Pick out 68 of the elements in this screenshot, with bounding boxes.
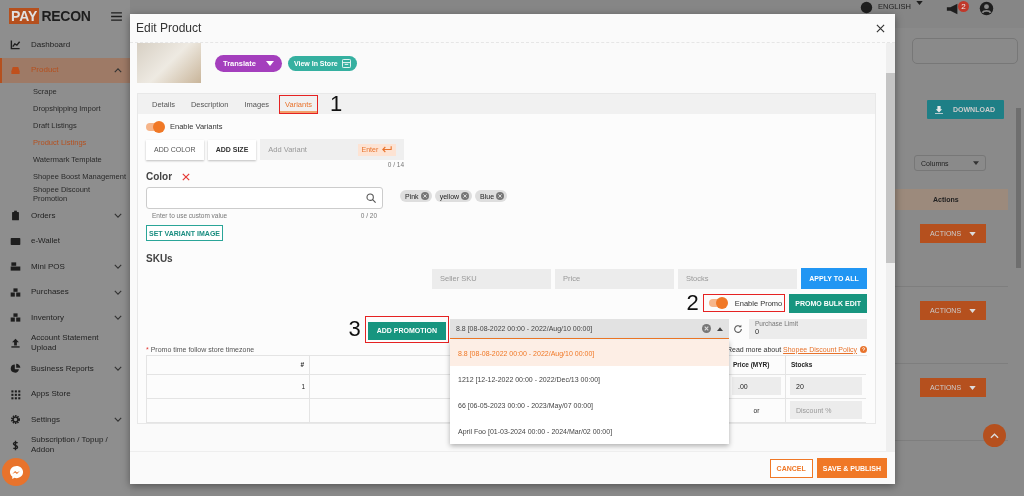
photo-placeholder [137, 43, 201, 83]
upload-icon [10, 337, 21, 349]
sidebar-item[interactable]: Apps Store [0, 381, 130, 407]
user-avatar-icon[interactable] [979, 1, 994, 16]
refresh-icon[interactable] [733, 324, 743, 335]
scroll-to-top-button[interactable] [983, 424, 1006, 447]
menu-icon[interactable] [111, 11, 122, 21]
remove-icon[interactable] [461, 192, 470, 200]
chevron-icon [114, 417, 122, 423]
caret-icon [916, 1, 923, 5]
caret-icon [265, 60, 274, 66]
sidebar-item[interactable]: Settings [0, 407, 130, 433]
remove-icon[interactable] [496, 192, 505, 200]
caret-icon [717, 326, 723, 331]
remove-icon[interactable] [420, 192, 429, 200]
app-logo: PAY RECON [9, 8, 91, 24]
notification-badge: 2 [958, 1, 969, 12]
step-number: 2 [686, 293, 699, 313]
sidebar-item[interactable]: Mini POS [0, 254, 130, 280]
sidebar-item[interactable]: Business Reports [0, 356, 130, 382]
boxes-icon [10, 286, 21, 298]
sidebar-item[interactable]: Subscription / Topup / Addon [0, 432, 130, 458]
search-icon [366, 193, 376, 203]
caret-icon [969, 308, 977, 313]
sidebar-item[interactable]: Orders [0, 203, 130, 229]
cash-register-icon [10, 261, 21, 273]
section-heading: SKUs [146, 253, 174, 264]
chevron-icon [114, 67, 122, 73]
sidebar-item[interactable]: Inventory [0, 305, 130, 331]
download-icon [935, 105, 943, 114]
grid-icon [10, 388, 21, 400]
megaphone-icon[interactable] [946, 2, 960, 16]
store-icon [341, 58, 351, 68]
dialog-title: Edit Product [136, 21, 202, 35]
search-field[interactable] [146, 187, 383, 209]
globe-icon [860, 1, 874, 14]
scrollbar[interactable] [886, 43, 895, 451]
sidebar-item[interactable]: Account Statement Upload [0, 330, 130, 356]
chevron-icon [114, 289, 122, 295]
tray-icon [10, 64, 21, 76]
sidebar-item[interactable]: e-Wallet [0, 228, 130, 254]
chevron-icon [114, 264, 122, 270]
caret-icon [973, 161, 979, 165]
settings-icon [10, 414, 21, 426]
section-heading: Color [146, 171, 173, 182]
return-arrow-icon [382, 146, 393, 153]
clear-icon[interactable] [702, 324, 711, 334]
chevron-icon [114, 213, 122, 219]
chevron-up-icon [990, 432, 999, 439]
wallet-icon [10, 235, 21, 247]
help-icon[interactable] [860, 345, 867, 353]
scrollbar[interactable] [1016, 108, 1021, 268]
line-chart-icon [10, 39, 21, 51]
step-number: 1 [330, 94, 343, 114]
pie-chart-icon [10, 363, 21, 375]
caret-icon [969, 231, 977, 236]
chevron-icon [114, 366, 122, 372]
dollar-icon [10, 439, 21, 451]
chevron-icon [114, 315, 122, 321]
close-icon[interactable] [876, 23, 885, 33]
messenger-icon [8, 464, 24, 480]
boxes-icon [10, 312, 21, 324]
sidebar-item[interactable]: Purchases [0, 279, 130, 305]
caret-icon [969, 385, 977, 390]
clipboard-icon [10, 210, 21, 222]
sidebar-item[interactable]: Dashboard [0, 32, 130, 58]
toggle-switch[interactable] [146, 122, 164, 131]
step-number: 3 [348, 319, 361, 340]
